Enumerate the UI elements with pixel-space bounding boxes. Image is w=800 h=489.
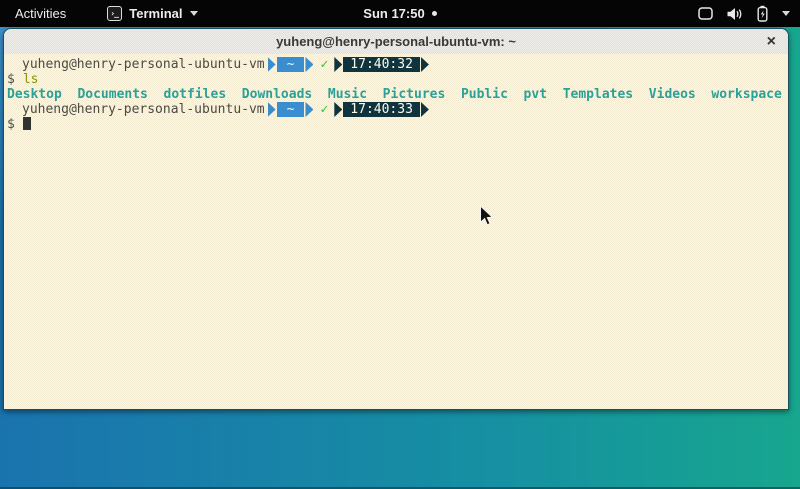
system-status-menu[interactable] [698,5,790,22]
prompt-user-host: yuheng@henry-personal-ubuntu-vm [22,57,265,72]
powerline-arrow-icon [305,102,313,117]
prompt-line-2: yuheng@henry-personal-ubuntu-vm ~ ✓ 17:4… [7,102,788,117]
command-line-1: $ ls [7,72,788,87]
prompt-line-1: yuheng@henry-personal-ubuntu-vm ~ ✓ 17:4… [7,57,788,72]
terminal-app-icon [107,6,122,21]
chevron-down-icon [190,11,198,16]
text-cursor [23,117,31,130]
volume-icon [726,7,743,21]
top-bar: Activities Terminal Sun 17:50 [0,0,800,27]
powerline-arrow-icon [305,57,313,72]
window-title: yuheng@henry-personal-ubuntu-vm: ~ [276,34,516,49]
chevron-down-icon [782,11,790,16]
terminal-content[interactable]: yuheng@henry-personal-ubuntu-vm ~ ✓ 17:4… [4,54,788,409]
prompt-time-segment: 17:40:32 [343,57,420,72]
prompt-cwd-segment: ~ [277,57,305,72]
powerline-arrow-icon [334,57,342,72]
notification-dot [432,11,437,16]
prompt-cwd-segment: ~ [277,102,305,117]
powerline-arrow-icon [334,102,342,117]
close-icon[interactable]: × [767,29,776,54]
window-titlebar[interactable]: yuheng@henry-personal-ubuntu-vm: ~ × [4,29,788,55]
powerline-arrow-icon [268,57,276,72]
terminal-window: yuheng@henry-personal-ubuntu-vm: ~ × yuh… [3,28,789,410]
command-text: ls [23,72,39,87]
status-check-icon: ✓ [320,102,328,117]
prompt-user-host: yuheng@henry-personal-ubuntu-vm [22,102,265,117]
display-icon [698,7,713,20]
command-line-2: $ [7,117,788,132]
clock[interactable]: Sun 17:50 [363,6,424,21]
app-menu-label: Terminal [129,6,182,21]
activities-button[interactable]: Activities [10,4,71,23]
prompt-symbol: $ [7,72,15,87]
prompt-symbol: $ [7,117,15,132]
status-check-icon: ✓ [320,57,328,72]
battery-charging-icon [756,5,769,22]
powerline-arrow-icon [421,102,429,117]
powerline-arrow-icon [268,102,276,117]
ls-output: Desktop Documents dotfiles Downloads Mus… [7,87,788,102]
powerline-arrow-icon [421,57,429,72]
app-menu-terminal[interactable]: Terminal [107,6,197,21]
prompt-time-segment: 17:40:33 [343,102,420,117]
